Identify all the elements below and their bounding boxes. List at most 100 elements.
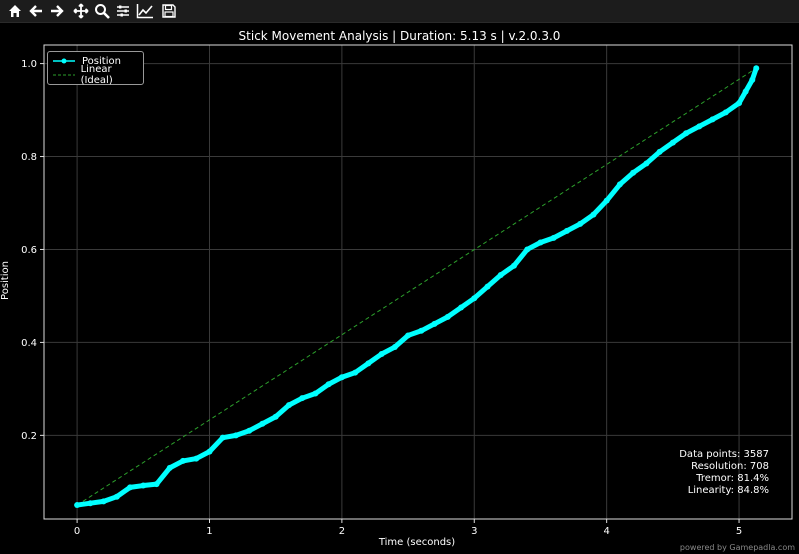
series-position-point xyxy=(87,500,94,507)
series-position-point xyxy=(749,76,756,83)
series-position-point xyxy=(431,320,438,327)
series-position-point xyxy=(524,246,531,253)
x-tick-label: 3 xyxy=(471,526,477,537)
series-position-point xyxy=(563,227,570,234)
series-position-point xyxy=(722,109,729,116)
edit-axis-button[interactable] xyxy=(135,1,155,21)
legend-swatch-linear xyxy=(53,74,75,76)
axis-ticks: 0 1 2 3 4 5 0.2 0.4 0.6 0.8 1.0 xyxy=(21,59,742,537)
stat-resolution: Resolution: 708 xyxy=(691,461,769,472)
series-position-point xyxy=(577,220,584,227)
legend-label-linear: Linear (Ideal) xyxy=(80,64,113,86)
series-position-point xyxy=(510,262,517,269)
home-button[interactable] xyxy=(5,1,25,21)
zoom-button[interactable] xyxy=(92,1,112,21)
y-axis-label: Position xyxy=(0,261,11,300)
series-position-point xyxy=(603,197,610,204)
series-position-point xyxy=(259,420,266,427)
edit-axis-icon xyxy=(136,4,153,19)
series-position-point xyxy=(683,130,690,137)
series-position-point xyxy=(630,169,637,176)
series-position-point xyxy=(166,464,173,471)
toolbar xyxy=(0,0,799,23)
legend-swatch-position xyxy=(53,58,75,64)
pan-move-icon xyxy=(73,3,89,19)
x-tick-label: 2 xyxy=(339,526,345,537)
x-tick-label: 1 xyxy=(206,526,212,537)
series-position-point xyxy=(643,160,650,167)
series-position-point xyxy=(656,148,663,155)
x-tick-label: 4 xyxy=(603,526,609,537)
series-linear-ideal-line xyxy=(76,67,757,506)
series-position-point xyxy=(537,239,544,246)
series-position-point xyxy=(709,116,716,123)
series-position-point xyxy=(736,100,743,107)
configure-subplots-icon xyxy=(117,5,129,17)
series-position-point xyxy=(458,304,465,311)
legend-entry-linear: Linear (Ideal) xyxy=(52,64,143,86)
series-position-point xyxy=(616,181,623,188)
series-position-point xyxy=(74,502,81,509)
home-icon xyxy=(9,5,21,17)
forward-arrow-icon xyxy=(51,5,64,17)
stats-box: Data points: 3587 Resolution: 708 Tremor… xyxy=(679,449,769,497)
grid xyxy=(44,45,792,519)
y-tick-label: 0.2 xyxy=(21,431,37,442)
legend: Position Linear (Ideal) xyxy=(47,51,144,86)
series-position-point xyxy=(285,402,292,409)
series-position-point xyxy=(299,395,306,402)
x-tick-label: 5 xyxy=(736,526,742,537)
series-position-point xyxy=(742,88,749,95)
figure: Stick Movement Analysis | Duration: 5.13… xyxy=(0,23,799,554)
series-position-point xyxy=(100,498,107,505)
y-tick-label: 0.6 xyxy=(21,245,37,256)
series-position-point xyxy=(338,374,345,381)
series-position-point xyxy=(246,427,253,434)
series-position-point xyxy=(352,369,359,376)
series-position-point xyxy=(140,482,147,489)
axes-frame xyxy=(43,44,793,520)
series-position-point xyxy=(378,351,385,358)
series-position-point xyxy=(471,295,478,302)
series-position-point xyxy=(153,481,160,488)
back-arrow-icon xyxy=(29,5,42,17)
stat-data-points: Data points: 3587 xyxy=(679,449,769,460)
series-position-point xyxy=(365,360,372,367)
series-position-point xyxy=(444,313,451,320)
pan-button[interactable] xyxy=(71,1,91,21)
series-position-point xyxy=(232,432,239,439)
save-button[interactable] xyxy=(159,1,179,21)
series-position-point xyxy=(312,390,319,397)
series-position-point xyxy=(418,327,425,334)
series-position-point xyxy=(272,413,279,420)
back-button[interactable] xyxy=(26,1,46,21)
series-position-point xyxy=(753,65,760,72)
series-position-point xyxy=(669,139,676,146)
stat-tremor: Tremor: 81.4% xyxy=(696,473,769,484)
y-tick-label: 1.0 xyxy=(21,59,37,70)
stat-linearity: Linearity: 84.8% xyxy=(687,485,769,496)
y-tick-label: 0.8 xyxy=(21,152,37,163)
x-tick-label: 0 xyxy=(74,526,80,537)
series-position-point xyxy=(127,484,134,491)
series-position-point xyxy=(180,457,187,464)
series-position-point xyxy=(391,344,398,351)
series-position-point xyxy=(696,123,703,130)
series-position-point xyxy=(405,332,412,339)
zoom-magnifier-icon xyxy=(95,4,110,19)
series-position-point xyxy=(325,381,332,388)
series-position-point xyxy=(113,493,120,500)
series-position-point xyxy=(219,434,226,441)
series-layer xyxy=(74,65,760,509)
series-position-point xyxy=(590,211,597,218)
forward-button[interactable] xyxy=(47,1,67,21)
series-position-point xyxy=(193,455,200,462)
series-position-point xyxy=(497,272,504,279)
series-position-point xyxy=(206,448,213,455)
footer-credit: powered by Gamepadla.com xyxy=(679,543,795,552)
series-position-point xyxy=(484,283,491,290)
save-floppy-icon xyxy=(162,4,176,18)
series-position-point xyxy=(550,234,557,241)
configure-subplots-button[interactable] xyxy=(113,1,133,21)
y-tick-label: 0.4 xyxy=(21,338,37,349)
